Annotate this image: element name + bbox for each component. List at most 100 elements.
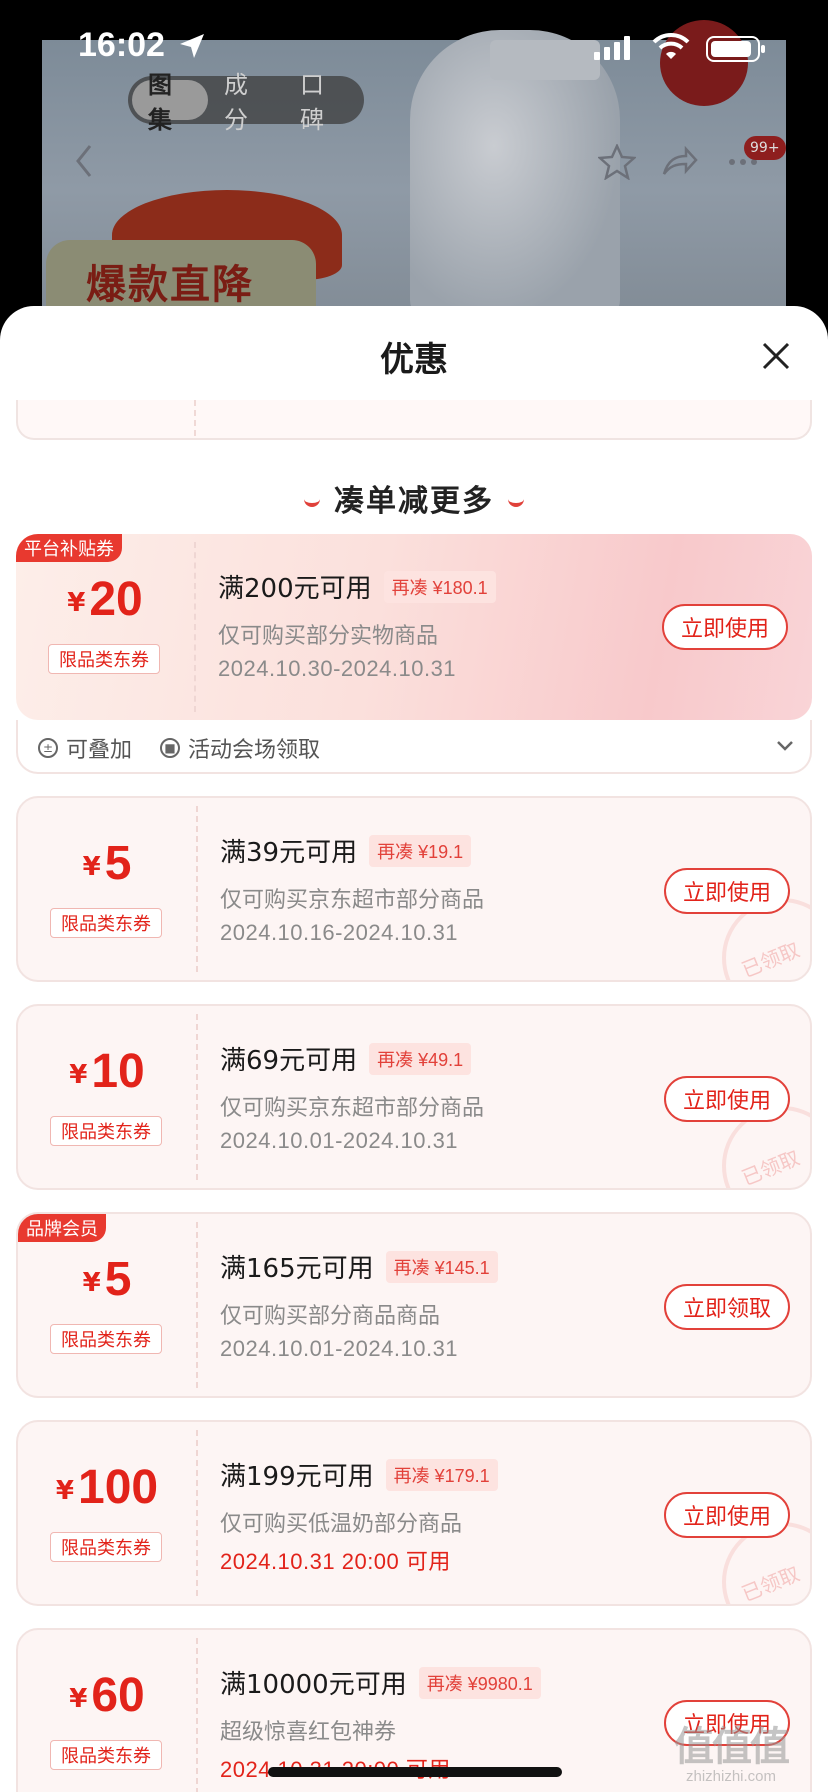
need-more-badge: 再凑 ¥49.1 xyxy=(369,1042,472,1075)
coupon-scope: 仅可购买京东超市部分商品 xyxy=(220,888,485,913)
coupon-card[interactable]: ¥5 限品类东券 品牌会员 满165元可用 再凑 ¥145.1 仅可购买部分商品商… xyxy=(16,1212,812,1398)
site-watermark: 值值值 zhizhizhi.com xyxy=(674,1714,790,1785)
coupon-scope: 仅可购买部分商品商品 xyxy=(220,1304,441,1329)
close-icon[interactable] xyxy=(756,336,796,376)
status-bar: 16:02 xyxy=(0,0,828,100)
amount-value: 60 xyxy=(91,1669,145,1722)
coupon-card[interactable]: ¥100 限品类东券 满199元可用 再凑 ¥179.1 仅可购买低温奶部分商品 … xyxy=(16,1420,812,1606)
condition-text: 满200元可用 xyxy=(218,574,372,604)
use-now-button[interactable]: 立即使用 xyxy=(662,604,788,650)
coupon-amount: ¥20 xyxy=(16,572,194,627)
coupon-value-area: ¥5 限品类东券 xyxy=(18,798,196,980)
use-now-button[interactable]: 立即使用 xyxy=(664,1076,790,1122)
claim-now-button[interactable]: 立即领取 xyxy=(664,1284,790,1330)
coupon-amount: ¥5 xyxy=(18,1252,196,1307)
message-count-badge: 99+ xyxy=(744,136,786,160)
card-divider xyxy=(196,1638,198,1792)
coupon-card[interactable]: ¥10 限品类东券 满69元可用 再凑 ¥49.1 仅可购买京东超市部分商品 20… xyxy=(16,1004,812,1190)
card-divider xyxy=(194,542,196,712)
chevron-down-icon[interactable] xyxy=(776,740,794,752)
home-indicator[interactable] xyxy=(268,1767,562,1777)
coupon-kind-tag: 限品类东券 xyxy=(50,1324,162,1354)
watermark-domain: zhizhizhi.com xyxy=(685,1768,777,1785)
coupon-amount: ¥10 xyxy=(18,1044,196,1099)
currency-symbol: ¥ xyxy=(82,852,101,882)
sheet-header: 优惠 xyxy=(0,306,828,400)
coupon-scope: 仅可购买部分实物商品 xyxy=(218,624,439,649)
amount-value: 20 xyxy=(89,573,143,626)
coupon-scope: 仅可购买低温奶部分商品 xyxy=(220,1512,463,1537)
source-info: ■ 活动会场领取 xyxy=(160,732,320,764)
coupon-amount: ¥100 xyxy=(18,1460,196,1515)
coupon-kind-tag: 限品类东券 xyxy=(48,644,160,674)
coupon-sheet: 优惠 凑单减更多 ¥20 限品类东券 平台补贴券 满200元可用 再凑 ¥180.… xyxy=(0,306,828,1792)
amount-value: 10 xyxy=(91,1045,145,1098)
use-now-button[interactable]: 立即使用 xyxy=(664,1492,790,1538)
condition-text: 满165元可用 xyxy=(220,1254,374,1284)
status-time: 16:02 xyxy=(78,26,165,64)
use-now-button[interactable]: 立即使用 xyxy=(664,868,790,914)
need-more-badge: 再凑 ¥9980.1 xyxy=(418,1666,541,1699)
currency-symbol: ¥ xyxy=(69,1060,88,1090)
coupon-condition: 满199元可用 再凑 ¥179.1 xyxy=(220,1456,498,1493)
condition-text: 满69元可用 xyxy=(220,1046,358,1076)
currency-symbol: ¥ xyxy=(69,1684,88,1714)
need-more-badge: 再凑 ¥19.1 xyxy=(369,834,472,867)
coupon-footer: ± 可叠加 ■ 活动会场领取 xyxy=(16,720,812,774)
coupon-condition: 满10000元可用 再凑 ¥9980.1 xyxy=(220,1664,541,1701)
ticket-icon: ■ xyxy=(160,738,180,758)
stack-icon: ± xyxy=(38,738,58,758)
currency-symbol: ¥ xyxy=(55,1476,74,1506)
section-heading: 凑单减更多 xyxy=(0,476,828,520)
coupon-kind-tag: 限品类东券 xyxy=(50,1532,162,1562)
currency-symbol: ¥ xyxy=(82,1268,101,1298)
condition-text: 满10000元可用 xyxy=(220,1670,407,1700)
coupon-card[interactable]: ¥20 限品类东券 平台补贴券 满200元可用 再凑 ¥180.1 仅可购买部分实… xyxy=(16,534,812,720)
need-more-badge: 再凑 ¥179.1 xyxy=(385,1458,498,1491)
coupon-scope: 仅可购买京东超市部分商品 xyxy=(220,1096,485,1121)
location-arrow-icon xyxy=(180,34,204,58)
battery-icon xyxy=(706,36,765,62)
section-heading-text: 凑单减更多 xyxy=(334,484,494,519)
sheet-title: 优惠 xyxy=(380,340,448,380)
coupon-validity: 2024.10.01-2024.10.31 xyxy=(220,1336,459,1361)
corner-tag: 品牌会员 xyxy=(18,1214,106,1242)
coupon-scope: 超级惊喜红包神券 xyxy=(220,1720,397,1745)
previous-coupon-card-bottom xyxy=(16,400,812,440)
condition-text: 满199元可用 xyxy=(220,1462,374,1492)
coupon-validity: 2024.10.01-2024.10.31 xyxy=(220,1128,459,1153)
stackable-info: ± 可叠加 xyxy=(38,732,132,764)
coupon-kind-tag: 限品类东券 xyxy=(50,1116,162,1146)
coupon-condition: 满165元可用 再凑 ¥145.1 xyxy=(220,1248,498,1285)
corner-tag: 平台补贴券 xyxy=(16,534,122,562)
amount-value: 100 xyxy=(78,1461,159,1514)
back-icon[interactable] xyxy=(74,144,94,178)
need-more-badge: 再凑 ¥145.1 xyxy=(385,1250,498,1283)
condition-text: 满39元可用 xyxy=(220,838,358,868)
coupon-card[interactable]: ¥5 限品类东券 满39元可用 再凑 ¥19.1 仅可购买京东超市部分商品 202… xyxy=(16,796,812,982)
amount-value: 5 xyxy=(104,1253,132,1306)
card-divider xyxy=(196,1222,198,1388)
stackable-text: 可叠加 xyxy=(66,738,133,763)
card-divider xyxy=(194,400,196,436)
card-divider xyxy=(196,1014,198,1180)
coupon-validity: 2024.10.16-2024.10.31 xyxy=(220,920,459,945)
wifi-icon xyxy=(652,32,690,59)
card-divider xyxy=(196,1430,198,1596)
need-more-badge: 再凑 ¥180.1 xyxy=(383,570,496,603)
coupon-condition: 满200元可用 再凑 ¥180.1 xyxy=(218,568,496,605)
coupon-condition: 满39元可用 再凑 ¥19.1 xyxy=(220,832,472,869)
coupon-condition: 满69元可用 再凑 ¥49.1 xyxy=(220,1040,472,1077)
coupon-amount: ¥60 xyxy=(18,1668,196,1723)
coupon-value-area: ¥60 限品类东券 xyxy=(18,1630,196,1792)
currency-symbol: ¥ xyxy=(67,588,86,618)
star-icon[interactable] xyxy=(598,144,636,180)
smile-icon xyxy=(508,498,524,507)
coupon-value-area: ¥100 限品类东券 xyxy=(18,1422,196,1604)
card-divider xyxy=(196,806,198,972)
share-icon[interactable] xyxy=(662,146,698,178)
coupon-validity: 2024.10.31 20:00 可用 xyxy=(220,1549,451,1574)
coupon-value-area: ¥10 限品类东券 xyxy=(18,1006,196,1188)
cellular-signal-icon xyxy=(594,36,630,60)
source-text: 活动会场领取 xyxy=(188,738,321,763)
